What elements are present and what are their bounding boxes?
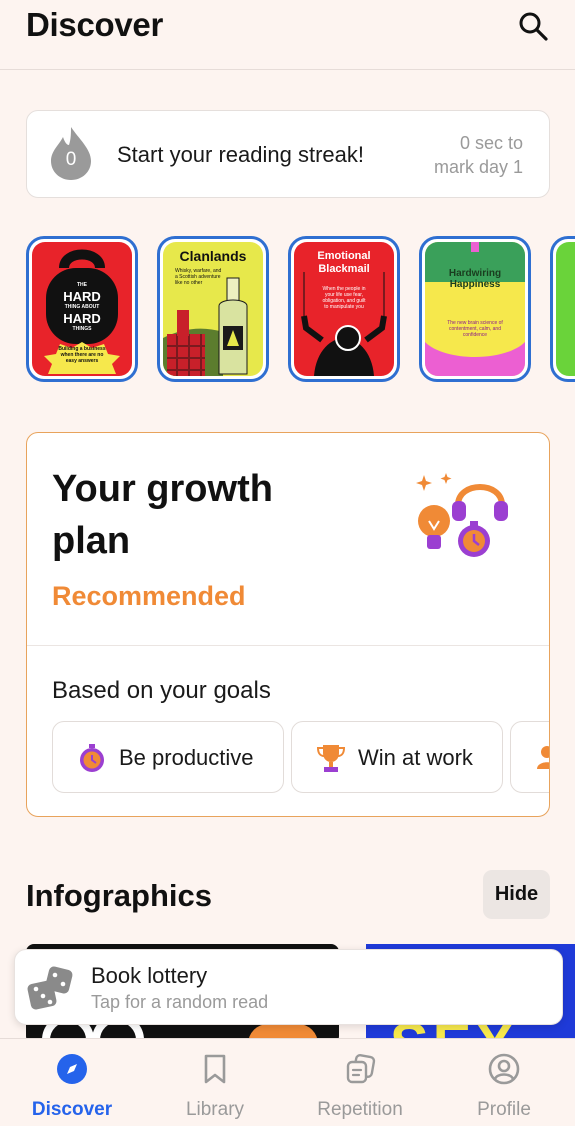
nav-discover[interactable]: Discover xyxy=(12,1039,132,1126)
cover-title: Clanlands xyxy=(179,248,247,264)
user-icon xyxy=(488,1053,520,1085)
goals-label: Based on your goals xyxy=(52,677,271,704)
trophy-icon xyxy=(316,745,346,772)
cover-title-line: Blackmail xyxy=(318,263,370,275)
streak-timer: 0 sec to mark day 1 xyxy=(413,131,523,179)
streak-timer-line2: mark day 1 xyxy=(433,157,523,177)
goal-label: Be productive xyxy=(119,745,254,770)
cover-subtitle: Whisky, warfare, and a Scottish adventur… xyxy=(175,268,222,286)
book-covers-row: THE HARD THING ABOUT HARD THINGS Buildin… xyxy=(0,236,575,384)
search-icon xyxy=(519,12,548,41)
bookmark-icon xyxy=(204,1054,226,1084)
lottery-subtitle: Tap for a random read xyxy=(91,992,269,1012)
nav-label: Discover xyxy=(31,1099,113,1120)
streak-count: 0 xyxy=(65,149,77,170)
lottery-title: Book lottery xyxy=(91,963,208,988)
book-cover-hard-thing[interactable]: THE HARD THING ABOUT HARD THINGS Buildin… xyxy=(26,236,138,382)
growth-plan-title: Your growth plan xyxy=(52,468,273,562)
cover-title-line: THE xyxy=(77,282,87,288)
cover-title: K xyxy=(570,326,575,339)
hide-button[interactable]: Hide xyxy=(483,870,550,919)
bottom-navigation: Discover Library Repetition Profile xyxy=(0,1038,575,1126)
growth-illustration-icon xyxy=(416,473,508,557)
reading-streak-card[interactable]: 0 Start your reading streak! 0 sec to ma… xyxy=(26,110,550,198)
stopwatch-icon xyxy=(80,744,104,772)
cover-title-line: Happiness xyxy=(449,279,501,290)
streak-timer-line1: 0 sec to xyxy=(459,133,523,153)
cover-title-line: HARD xyxy=(63,289,101,304)
divider xyxy=(27,645,549,646)
nav-library[interactable]: Library xyxy=(155,1039,275,1126)
goal-chip-be-productive[interactable]: Be productive xyxy=(52,721,284,793)
cover-title-line: HARD xyxy=(63,311,101,326)
top-header: Discover xyxy=(0,0,575,70)
recommended-badge: Recommended xyxy=(52,581,246,611)
cover-subtitle: When the people in your life use fear, o… xyxy=(322,286,366,310)
book-cover-hardwiring-happiness[interactable]: Hardwiring Happiness The new brain scien… xyxy=(419,236,531,382)
nav-label: Repetition xyxy=(317,1099,403,1120)
growth-plan-card[interactable]: Your growth plan Recommended Based on yo… xyxy=(26,432,550,817)
cards-icon xyxy=(346,1054,376,1084)
nav-profile[interactable]: Profile xyxy=(444,1039,564,1126)
goal-chip-win-at-work[interactable]: Win at work xyxy=(291,721,503,793)
infographics-title: Infographics xyxy=(26,878,213,913)
book-cover-clanlands[interactable]: Clanlands Whisky, warfare, and a Scottis… xyxy=(157,236,269,382)
cover-title-line: THING ABOUT xyxy=(64,304,100,310)
search-button[interactable] xyxy=(515,8,551,44)
page-title: Discover xyxy=(26,6,164,43)
book-lottery-banner[interactable]: Book lottery Tap for a random read xyxy=(14,949,563,1025)
nav-repetition[interactable]: Repetition xyxy=(300,1039,420,1126)
cover-title-line: Emotional xyxy=(317,250,371,262)
cover-title-line: Hardwiring xyxy=(448,268,502,279)
streak-flame-icon: 0 xyxy=(49,125,93,181)
cover-subtitle: Building a business when there are no ea… xyxy=(58,346,106,364)
goal-label: Win at work xyxy=(358,745,473,770)
nav-label: Profile xyxy=(477,1099,531,1120)
book-cover-partial[interactable]: K xyxy=(550,236,575,382)
dice-icon xyxy=(27,966,73,1010)
people-icon xyxy=(537,746,549,769)
streak-message: Start your reading streak! xyxy=(117,142,365,167)
goal-chip-partial[interactable] xyxy=(510,721,549,793)
compass-icon xyxy=(57,1054,87,1084)
cover-title-line: THINGS xyxy=(72,326,92,332)
cover-subtitle: The new brain science of contentment, ca… xyxy=(447,320,503,338)
nav-label: Library xyxy=(185,1099,245,1120)
book-cover-emotional-blackmail[interactable]: Emotional Blackmail When the people in y… xyxy=(288,236,400,382)
